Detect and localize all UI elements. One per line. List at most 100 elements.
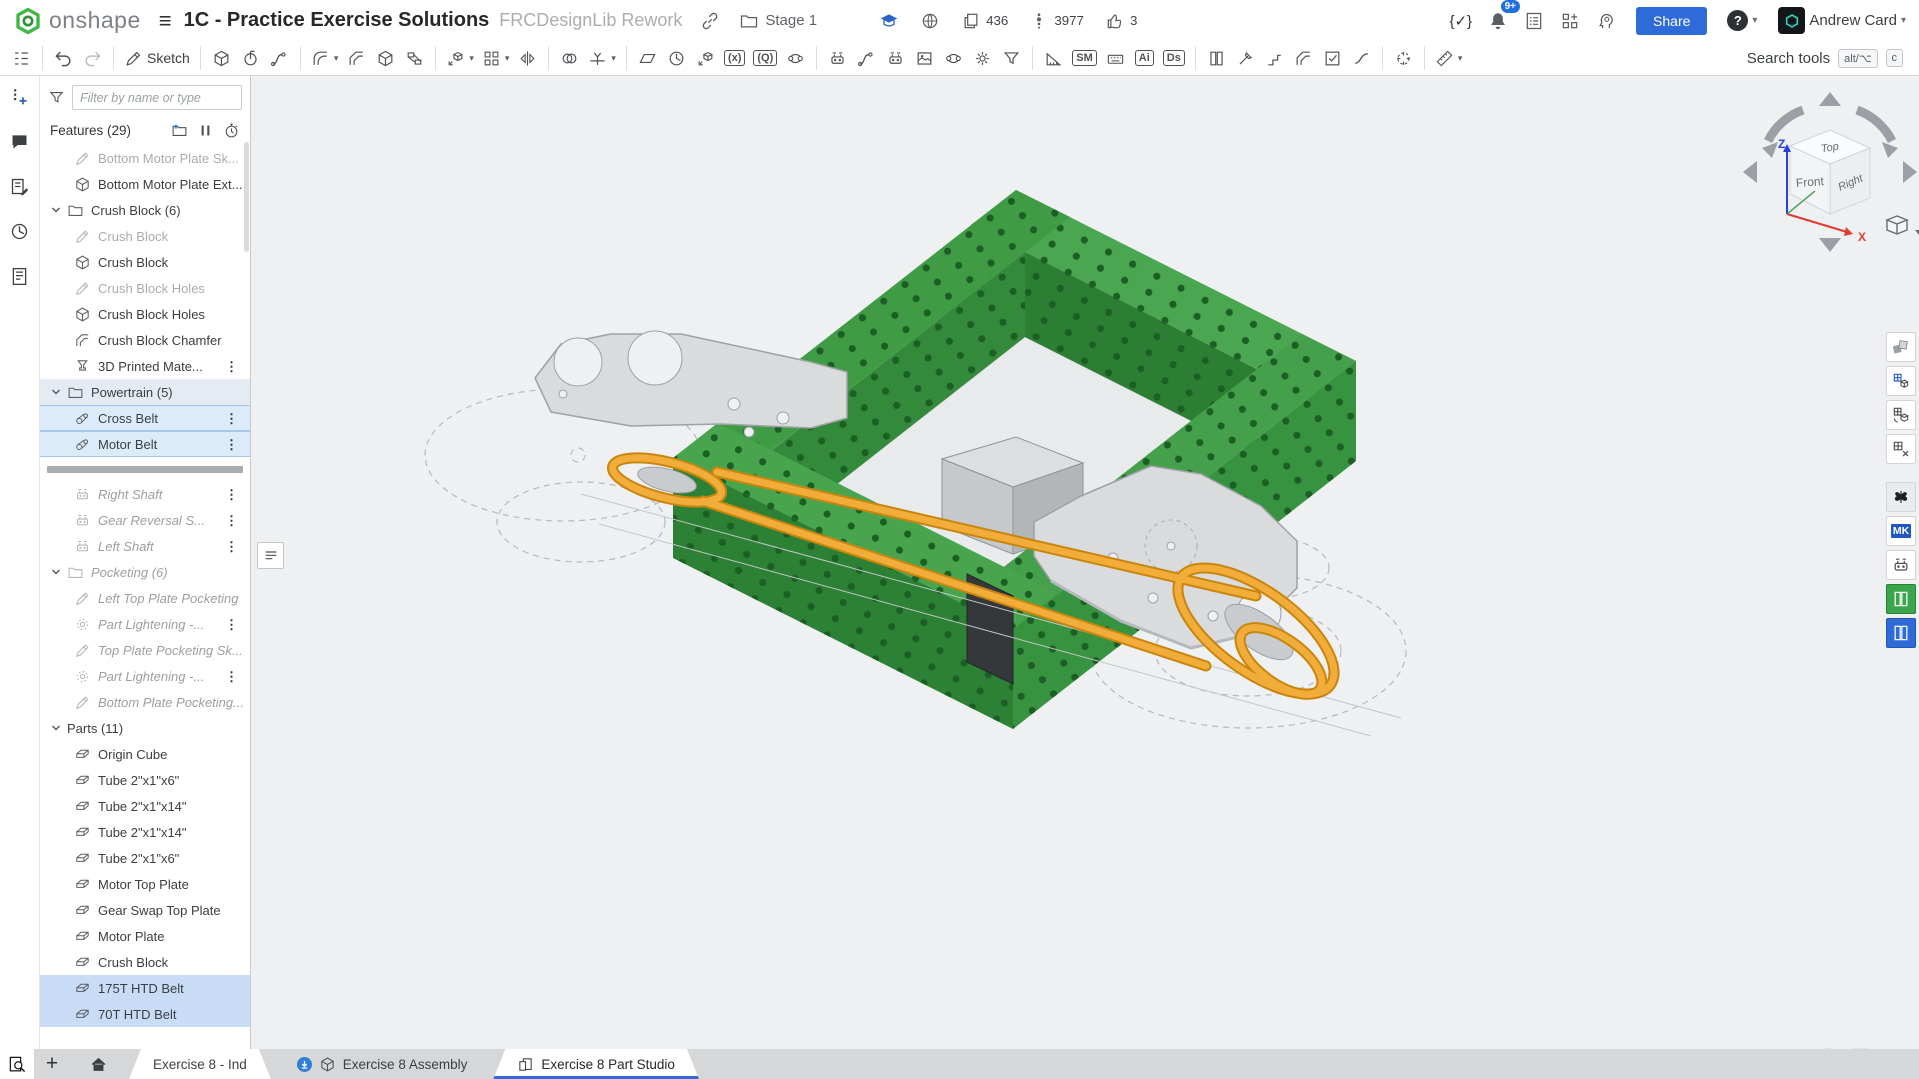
corner-break-tool[interactable]: [1290, 44, 1317, 72]
app-store-button[interactable]: [1556, 7, 1583, 35]
panel-scrollbar[interactable]: [244, 142, 249, 252]
extrude-tool[interactable]: [208, 44, 235, 72]
suppress-dots-icon[interactable]: ⋮: [225, 488, 238, 501]
rollback-bar[interactable]: [47, 466, 243, 473]
share-button[interactable]: Share: [1636, 7, 1707, 35]
custom-feature-1-tool[interactable]: [824, 44, 851, 72]
part-row[interactable]: Tube 2"x1"x6": [40, 767, 250, 793]
section-view-button[interactable]: [1886, 400, 1916, 430]
feature-row[interactable]: Right Shaft⋮: [40, 481, 250, 507]
feature-row[interactable]: 3D Printed Mate...⋮: [40, 353, 250, 379]
view-cube[interactable]: Top Front Right Z X: [1735, 86, 1919, 258]
plane-tool[interactable]: [634, 44, 661, 72]
suppress-dots-icon[interactable]: ⋮: [225, 514, 238, 527]
chevron-down-icon[interactable]: [50, 386, 62, 398]
feature-row[interactable]: Bottom Motor Plate Ext...: [40, 171, 250, 197]
revolve-tool[interactable]: [237, 44, 264, 72]
chevron-down-icon[interactable]: [50, 722, 62, 734]
documentation-tool[interactable]: [1203, 44, 1230, 72]
triangle-tool[interactable]: [1040, 44, 1067, 72]
validate-tool[interactable]: [1319, 44, 1346, 72]
toolbox-tool[interactable]: [940, 44, 967, 72]
part-row[interactable]: Gear Swap Top Plate: [40, 897, 250, 923]
part-row[interactable]: Crush Block: [40, 949, 250, 975]
home-tab[interactable]: [70, 1049, 127, 1079]
feature-row[interactable]: Bottom Motor Plate Sk...: [40, 145, 250, 171]
feature-row[interactable]: Part Lightening -...⋮: [40, 611, 250, 637]
main-menu-button[interactable]: ≡: [159, 8, 172, 34]
gear-generator-tool[interactable]: [969, 44, 996, 72]
undo-tool[interactable]: [50, 44, 77, 72]
sheet-metal-tool[interactable]: SM: [1069, 44, 1100, 72]
redo-tool[interactable]: [79, 44, 106, 72]
mate-connector-tool[interactable]: [782, 44, 809, 72]
part-row[interactable]: 175T HTD Belt: [40, 975, 250, 1001]
part-row[interactable]: Motor Plate: [40, 923, 250, 949]
part-row[interactable]: Motor Top Plate: [40, 871, 250, 897]
sketch-tool[interactable]: Sketch: [121, 44, 193, 72]
appearance-panel-button[interactable]: [1886, 332, 1916, 362]
variable-table-tool[interactable]: (Q): [750, 44, 780, 72]
onshape-logo[interactable]: onshape: [14, 7, 141, 35]
rebuild-timer-button[interactable]: [223, 122, 240, 139]
mirror-tool[interactable]: [514, 44, 541, 72]
feature-row[interactable]: Crush Block: [40, 223, 250, 249]
corner-step-tool[interactable]: [1261, 44, 1288, 72]
custom-feature-2-tool[interactable]: [853, 44, 880, 72]
learning-center-button[interactable]: [1592, 7, 1619, 35]
add-tab-button[interactable]: +: [34, 1049, 70, 1079]
history-rail-button[interactable]: [9, 221, 30, 242]
named-views-button[interactable]: [1886, 366, 1916, 396]
feature-row[interactable]: Left Shaft⋮: [40, 533, 250, 559]
education-button[interactable]: [879, 11, 899, 31]
measure-tool[interactable]: ▾: [1432, 44, 1466, 72]
ai-advisor-tool[interactable]: Ai: [1131, 44, 1158, 72]
user-menu-button[interactable]: Andrew Card ▾: [1769, 7, 1909, 35]
feature-row[interactable]: Bottom Plate Pocketing...: [40, 689, 250, 715]
viewcube-front-label[interactable]: Front: [1795, 174, 1825, 190]
feature-row[interactable]: Crush Block Holes: [40, 301, 250, 327]
hide-entities-button[interactable]: [1886, 434, 1916, 464]
library-blue-app-button[interactable]: [1886, 618, 1916, 648]
view-mode-button[interactable]: [1887, 216, 1919, 235]
activity-stat[interactable]: 3977: [1029, 11, 1084, 31]
tab-exercise-8-part-studio[interactable]: Exercise 8 Part Studio: [493, 1049, 699, 1079]
chevron-down-icon[interactable]: [50, 566, 62, 578]
butterfly-app-button[interactable]: [1886, 482, 1916, 512]
split-tool[interactable]: ▾: [585, 44, 619, 72]
comments-rail-button[interactable]: [9, 131, 30, 152]
custom-feature-3-tool[interactable]: [882, 44, 909, 72]
split-part-tool[interactable]: [1232, 44, 1259, 72]
move-face-tool[interactable]: ▾: [443, 44, 477, 72]
suppress-dots-icon[interactable]: ⋮: [225, 438, 238, 451]
part-row[interactable]: Tube 2"x1"x14": [40, 793, 250, 819]
notifications-button[interactable]: 9+: [1484, 7, 1511, 35]
copy-link-button[interactable]: [696, 7, 723, 35]
feature-row[interactable]: Part Lightening -...⋮: [40, 663, 250, 689]
chamfer-tool[interactable]: [343, 44, 370, 72]
transform-tool[interactable]: [692, 44, 719, 72]
folder-row[interactable]: Pocketing (6): [40, 559, 250, 585]
suppress-dots-icon[interactable]: ⋮: [225, 540, 238, 553]
part-row[interactable]: Tube 2"x1"x6": [40, 845, 250, 871]
fillet-tool[interactable]: ▾: [308, 44, 342, 72]
chevron-down-icon[interactable]: [50, 204, 62, 216]
decal-tool[interactable]: [911, 44, 938, 72]
view-center-tool[interactable]: [1390, 44, 1417, 72]
search-tools[interactable]: Search tools alt/⌥ c: [1747, 49, 1911, 68]
parts-header-row[interactable]: Parts (11): [40, 715, 250, 741]
public-button[interactable]: [920, 11, 940, 31]
tasks-button[interactable]: [1520, 7, 1547, 35]
suppress-dots-icon[interactable]: ⋮: [225, 670, 238, 683]
help-menu-button[interactable]: ? ▾: [1724, 7, 1760, 35]
curve-tool-tool[interactable]: [1348, 44, 1375, 72]
featurescript-notices-button[interactable]: {✓}: [1446, 7, 1475, 35]
suppress-dots-icon[interactable]: ⋮: [225, 618, 238, 631]
thicken-tool[interactable]: [372, 44, 399, 72]
feature-row[interactable]: Crush Block: [40, 249, 250, 275]
tab-exercise-8-assembly[interactable]: Exercise 8 Assembly: [273, 1049, 492, 1079]
pause-updates-button[interactable]: [197, 122, 214, 139]
document-title[interactable]: 1C - Practice Exercise Solutions: [184, 9, 490, 32]
folder-row[interactable]: Powertrain (5): [40, 379, 250, 405]
specs-rail-button[interactable]: [9, 266, 30, 287]
